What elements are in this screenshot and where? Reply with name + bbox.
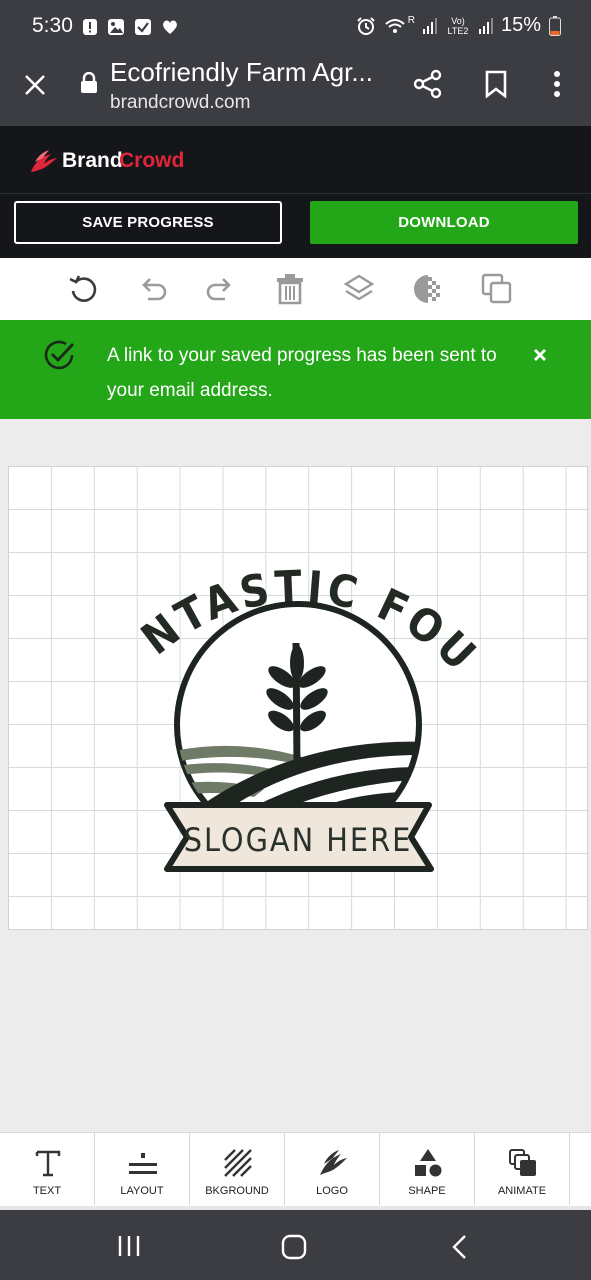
signal-icon <box>422 17 437 34</box>
logo-icon <box>320 1150 347 1175</box>
editor-bottom-nav: TEXT LAYOUT BKGROUND LOGO SHAPE ANIMATE <box>0 1132 591 1206</box>
download-button[interactable]: DOWNLOAD <box>310 201 578 244</box>
recent-apps-icon[interactable] <box>116 1234 142 1258</box>
background-icon <box>224 1149 252 1177</box>
nav-label-animate: ANIMATE <box>497 1185 547 1197</box>
nav-item-layout[interactable]: LAYOUT <box>95 1133 190 1205</box>
delete-icon[interactable] <box>273 272 307 306</box>
nav-item-background[interactable]: BKGROUND <box>190 1133 285 1205</box>
status-time: 5:30 <box>32 14 73 37</box>
editor-toolbar <box>0 258 591 320</box>
network-label: Vo) LTE2 <box>447 15 469 36</box>
heart-icon <box>163 20 177 34</box>
brand-name-part2: Crowd <box>119 149 185 172</box>
system-nav-bar <box>0 1206 591 1280</box>
animate-icon <box>509 1149 536 1176</box>
nav-item-animate[interactable]: ANIMATE <box>475 1133 570 1205</box>
brandcrowd-logo-icon <box>31 150 57 172</box>
brand-header: Brand Crowd <box>0 126 591 194</box>
nav-item-shape[interactable]: SHAPE <box>380 1133 475 1205</box>
status-bar: 5:30 R Vo) LTE2 15% <box>0 0 591 56</box>
home-icon[interactable] <box>281 1234 307 1260</box>
reset-icon[interactable] <box>66 272 100 306</box>
checkbox-icon <box>135 19 151 35</box>
save-progress-button[interactable]: SAVE PROGRESS <box>14 201 282 244</box>
share-icon[interactable] <box>413 69 443 99</box>
opacity-icon[interactable] <box>411 272 445 306</box>
action-bar: SAVE PROGRESS DOWNLOAD <box>0 194 591 258</box>
layers-icon[interactable] <box>342 272 376 306</box>
design-canvas[interactable]: FANTASTIC FOUR SLOGAN HERE <box>8 466 588 930</box>
close-notice-icon[interactable] <box>533 348 547 362</box>
nav-label-background: BKGROUND <box>205 1185 269 1197</box>
duplicate-icon[interactable] <box>480 272 514 306</box>
battery-percent: 15% <box>500 14 541 36</box>
battery-icon <box>549 15 561 36</box>
bookmark-icon[interactable] <box>484 70 508 98</box>
shape-icon <box>415 1149 442 1177</box>
page-title: Ecofriendly Farm Agr... <box>110 57 373 87</box>
check-circle-icon <box>44 340 75 370</box>
close-tab-icon[interactable] <box>23 73 47 97</box>
alarm-icon <box>357 16 375 35</box>
notice-message: A link to your saved progress has been s… <box>107 345 497 401</box>
nav-label-logo: LOGO <box>316 1185 348 1197</box>
nav-label-shape: SHAPE <box>408 1185 446 1197</box>
page-domain[interactable]: brandcrowd.com <box>110 92 250 114</box>
redo-icon[interactable] <box>204 272 238 306</box>
logo-design[interactable]: FANTASTIC FOUR SLOGAN HERE <box>9 467 589 931</box>
wifi-icon <box>385 18 405 33</box>
alert-icon <box>83 19 97 35</box>
nav-item-logo[interactable]: LOGO <box>285 1133 380 1205</box>
logo-slogan-text[interactable]: SLOGAN HERE <box>184 821 413 859</box>
nav-label-text: TEXT <box>32 1185 62 1197</box>
save-notice-banner: A link to your saved progress has been s… <box>0 320 591 419</box>
roaming-label: R <box>407 15 415 26</box>
signal-icon-2 <box>478 17 493 34</box>
nav-item-text[interactable]: TEXT <box>0 1133 95 1205</box>
brand-name-part1: Brand <box>62 149 123 172</box>
undo-icon[interactable] <box>135 272 169 306</box>
back-icon[interactable] <box>450 1234 468 1260</box>
lock-icon <box>81 72 97 93</box>
layout-icon <box>129 1153 157 1174</box>
text-icon <box>35 1150 61 1177</box>
gallery-icon <box>108 19 124 35</box>
nav-label-layout: LAYOUT <box>120 1185 164 1197</box>
more-menu-icon[interactable] <box>550 70 564 98</box>
